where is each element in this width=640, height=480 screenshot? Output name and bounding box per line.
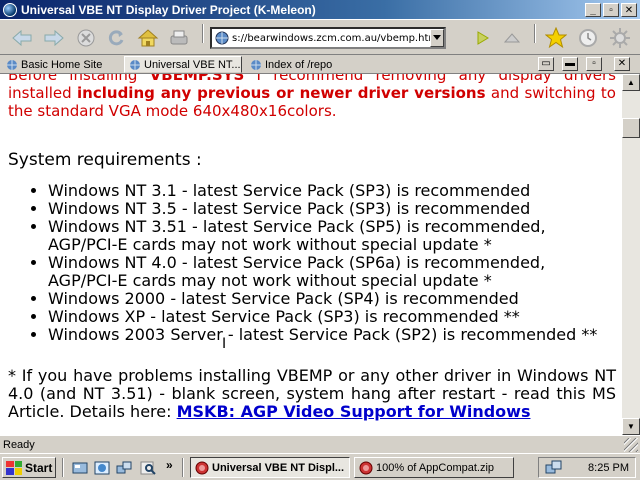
kmeleon-app-icon[interactable] xyxy=(3,2,17,17)
windows-logo-icon xyxy=(6,460,22,475)
close-button[interactable]: ✕ xyxy=(621,2,637,17)
scrollbar-thumb[interactable] xyxy=(622,118,640,138)
tab-universal-vbe[interactable]: Universal VBE NT... xyxy=(124,56,242,73)
taskbar: Start » Universal VBE NT Displ... 100% o… xyxy=(0,453,640,480)
resize-grip-icon[interactable] xyxy=(624,437,638,452)
chevron-down-icon[interactable] xyxy=(430,29,444,47)
tab-restore-button[interactable]: ▫ xyxy=(586,57,602,71)
network-icon[interactable] xyxy=(116,460,132,476)
tab-bar: Basic Home Site Universal VBE NT... Inde… xyxy=(0,55,640,74)
list-item: Windows NT 3.51 - latest Service Pack (S… xyxy=(48,218,616,254)
address-bar[interactable]: s://bearwindows.zcm.com.au/vbemp.htm xyxy=(210,27,446,49)
nav-toolbar: s://bearwindows.zcm.com.au/vbemp.htm xyxy=(0,19,640,55)
list-item: Windows 2000 - latest Service Pack (SP4)… xyxy=(48,290,616,308)
search-icon[interactable] xyxy=(140,460,156,476)
stop-icon[interactable] xyxy=(74,26,98,50)
note-paragraph: * If you have problems installing VBEMP … xyxy=(8,366,616,421)
reload-icon[interactable] xyxy=(104,26,128,50)
text-cursor-icon: I xyxy=(222,336,227,352)
status-bar: Ready xyxy=(0,435,640,453)
clock[interactable]: 8:25 PM xyxy=(588,462,629,474)
site-favicon-icon xyxy=(215,31,229,45)
task-download[interactable]: 100% of AppCompat.zip xyxy=(354,457,514,478)
home-icon[interactable] xyxy=(136,26,160,50)
kmeleon-task-icon xyxy=(195,461,209,474)
window-title: Universal VBE NT Display Driver Project … xyxy=(21,2,316,17)
system-tray: 8:25 PM xyxy=(538,457,636,478)
section-heading: System requirements : xyxy=(8,150,202,170)
list-item: Windows XP - latest Service Pack (SP3) i… xyxy=(48,308,616,326)
scroll-down-arrow-icon[interactable]: ▼ xyxy=(622,418,640,435)
tab-minimize-button[interactable]: ▬ xyxy=(562,57,578,71)
history-icon[interactable] xyxy=(576,26,600,50)
mskb-link[interactable]: MSKB: AGP Video Support for Windows xyxy=(177,402,531,421)
tab-favicon-icon xyxy=(7,59,17,70)
tab-index-of-repo[interactable]: Index of /repo xyxy=(246,56,364,73)
explorer-icon[interactable] xyxy=(94,460,110,476)
settings-icon[interactable] xyxy=(608,26,632,50)
show-desktop-icon[interactable] xyxy=(72,460,88,476)
vertical-scrollbar[interactable]: ▲ ▼ xyxy=(622,74,640,435)
scroll-up-arrow-icon[interactable]: ▲ xyxy=(622,74,640,91)
maximize-button[interactable]: ▫ xyxy=(603,2,619,17)
list-item: Windows NT 3.5 - latest Service Pack (SP… xyxy=(48,200,616,218)
list-item: Windows NT 3.1 - latest Service Pack (SP… xyxy=(48,182,616,200)
forward-icon[interactable] xyxy=(42,26,66,50)
network-tray-icon[interactable] xyxy=(545,460,563,476)
url-input[interactable]: s://bearwindows.zcm.com.au/vbemp.htm xyxy=(232,33,430,44)
download-task-icon xyxy=(359,461,373,474)
task-kmeleon-window[interactable]: Universal VBE NT Displ... xyxy=(190,457,350,478)
bookmark-star-icon[interactable] xyxy=(544,26,568,50)
tab-close-button[interactable]: ✕ xyxy=(614,57,630,71)
tab-favicon-icon xyxy=(130,59,140,70)
minimize-button[interactable]: _ xyxy=(585,2,601,17)
status-text: Ready xyxy=(3,438,35,451)
tab-favicon-icon xyxy=(251,59,261,70)
up-icon[interactable] xyxy=(500,26,524,50)
title-bar: Universal VBE NT Display Driver Project … xyxy=(0,0,640,19)
back-icon[interactable] xyxy=(10,26,34,50)
page-content[interactable]: Before installing VBEMP.SYS I recommend … xyxy=(0,74,622,435)
intro-paragraph: Before installing VBEMP.SYS I recommend … xyxy=(8,74,616,120)
requirements-list: Windows NT 3.1 - latest Service Pack (SP… xyxy=(8,182,616,344)
print-icon[interactable] xyxy=(167,26,191,50)
list-item: Windows 2003 Server - latest Service Pac… xyxy=(48,326,616,344)
list-item: Windows NT 4.0 - latest Service Pack (SP… xyxy=(48,254,616,290)
go-icon[interactable] xyxy=(470,26,494,50)
tab-basic-home-site[interactable]: Basic Home Site xyxy=(2,56,120,73)
start-button[interactable]: Start xyxy=(2,457,56,478)
tab-list-button[interactable]: ▭ xyxy=(538,57,554,71)
quick-launch-overflow-icon[interactable]: » xyxy=(166,458,173,472)
